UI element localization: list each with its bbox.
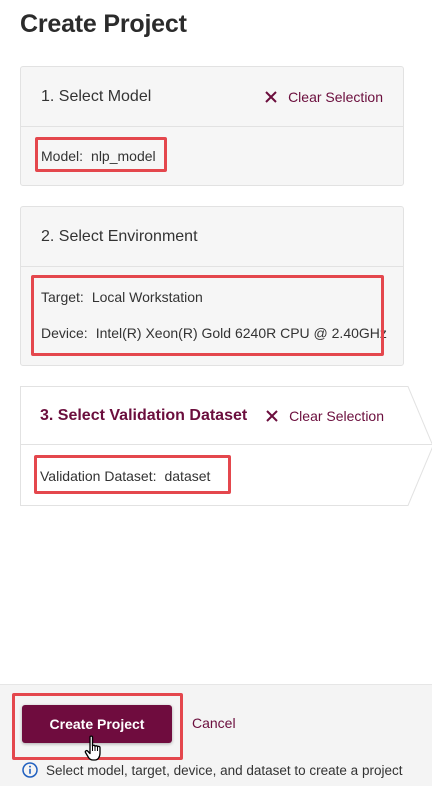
target-field: Target: Local Workstation bbox=[41, 289, 203, 305]
info-message: Select model, target, device, and datase… bbox=[22, 762, 402, 778]
clear-selection-button[interactable]: Clear Selection bbox=[265, 408, 384, 424]
field-value: dataset bbox=[164, 468, 211, 484]
step-card-model[interactable]: 1. Select Model Clear Selection Model: nl… bbox=[20, 66, 404, 186]
field-label: Model: bbox=[41, 148, 84, 164]
close-icon bbox=[265, 90, 277, 103]
footer-bar: Create Project Cancel Select model, targ… bbox=[0, 684, 432, 786]
field-label: Target: bbox=[41, 289, 84, 305]
clear-selection-label: Clear Selection bbox=[288, 88, 383, 105]
field-value: Local Workstation bbox=[91, 289, 203, 305]
step-header[interactable]: 1. Select Model Clear Selection bbox=[21, 67, 403, 127]
close-icon bbox=[266, 410, 278, 422]
validation-dataset-field: Validation Dataset: dataset bbox=[40, 468, 210, 484]
clear-selection-button[interactable]: Clear Selection bbox=[264, 89, 383, 105]
device-field: Device: Intel(R) Xeon(R) Gold 6240R CPU @… bbox=[41, 325, 387, 341]
cancel-button[interactable]: Cancel bbox=[192, 715, 236, 731]
step-header[interactable]: 3. Select Validation Dataset Clear Selec… bbox=[20, 386, 432, 446]
field-label: Device: bbox=[41, 325, 88, 341]
clear-selection-label: Clear Selection bbox=[289, 408, 384, 424]
field-value: Intel(R) Xeon(R) Gold 6240R CPU @ 2.40GH… bbox=[95, 325, 387, 341]
field-label: Validation Dataset: bbox=[40, 468, 157, 484]
info-text: Select model, target, device, and datase… bbox=[46, 762, 403, 778]
step-title: 1. Select Model bbox=[41, 87, 152, 105]
page-title: Create Project bbox=[20, 10, 187, 38]
step-card-validation-dataset[interactable]: 3. Select Validation Dataset Clear Selec… bbox=[20, 386, 432, 506]
hand-cursor-icon bbox=[84, 735, 101, 761]
model-field: Model: nlp_model bbox=[41, 148, 156, 164]
step-header[interactable]: 2. Select Environment bbox=[21, 207, 403, 267]
step-title: 3. Select Validation Dataset bbox=[40, 407, 248, 424]
info-icon bbox=[22, 762, 38, 778]
step-card-environment[interactable]: 2. Select Environment Target: Local Works… bbox=[20, 206, 404, 366]
step-title: 2. Select Environment bbox=[41, 227, 198, 245]
field-value: nlp_model bbox=[91, 148, 156, 164]
